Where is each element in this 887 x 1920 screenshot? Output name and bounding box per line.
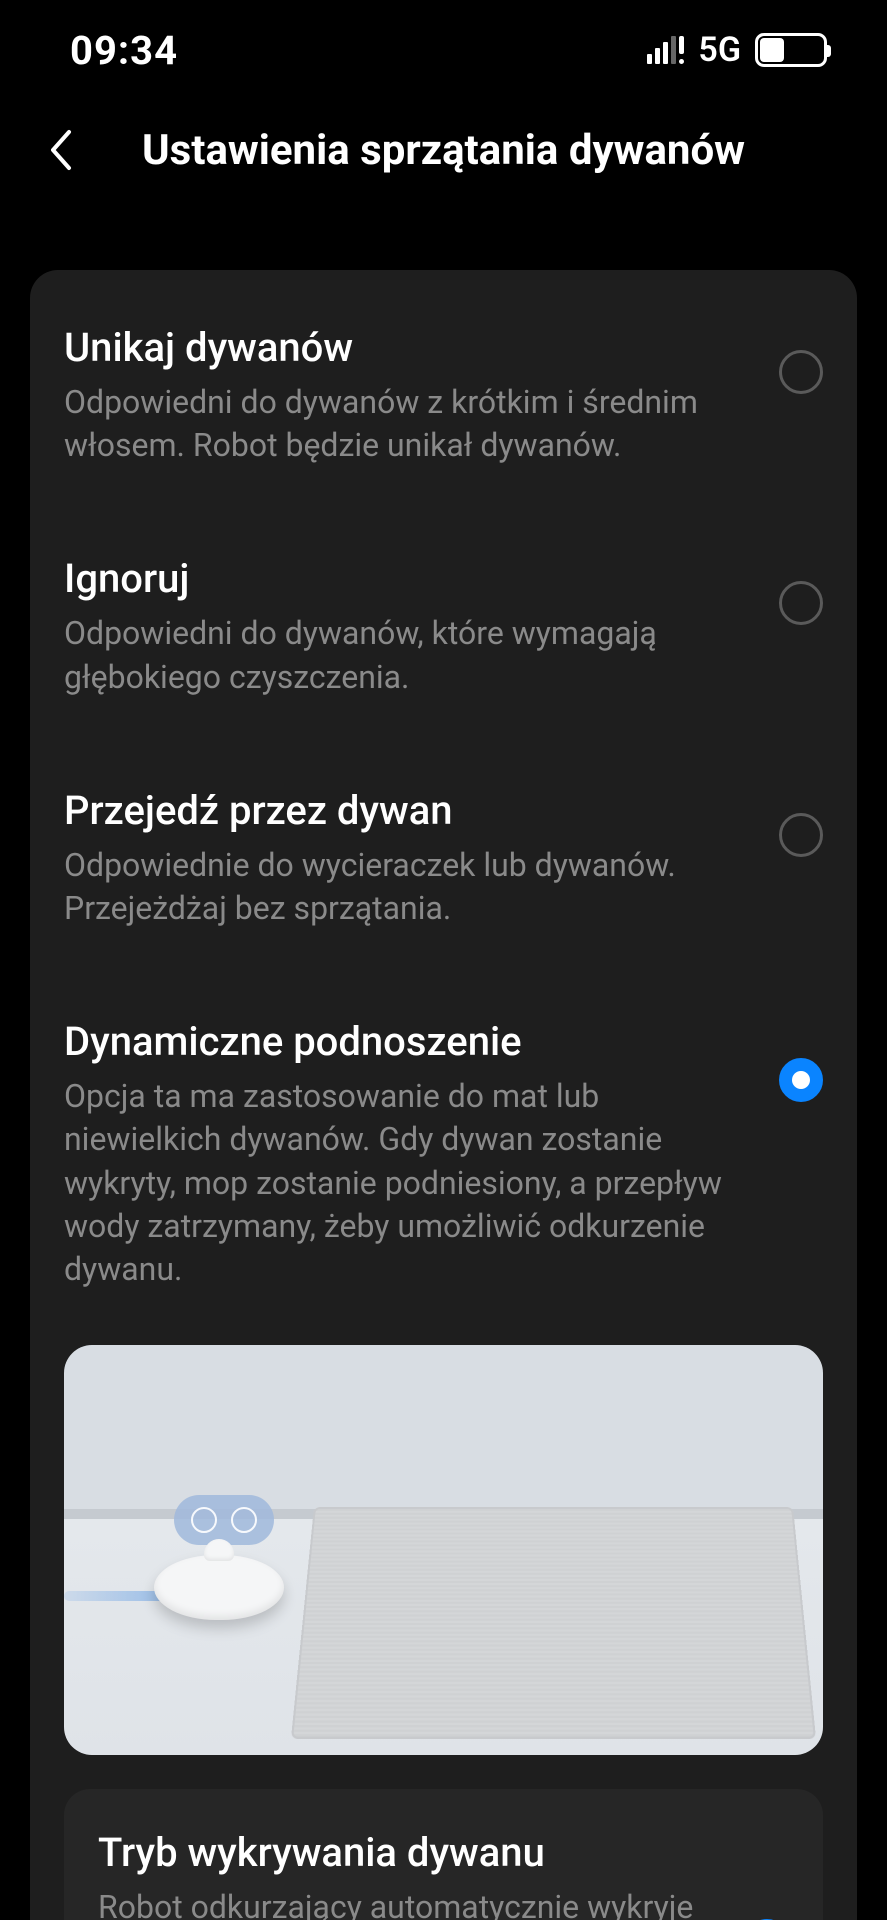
option-cross-carpet[interactable]: Przejedź przez dywan Odpowiednie do wyci…: [30, 743, 857, 974]
option-dynamic-lift[interactable]: Dynamiczne podnoszenie Opcja ta ma zasto…: [30, 974, 857, 1335]
status-bar: 09:34 5G 38: [0, 0, 887, 100]
status-time: 09:34: [70, 27, 178, 74]
option-title: Unikaj dywanów: [64, 324, 755, 371]
radio-icon: [779, 581, 823, 625]
status-right: 5G 38: [647, 30, 827, 70]
detection-desc: Robot odkurzający automatycznie wykryje …: [98, 1886, 721, 1920]
option-title: Przejedź przez dywan: [64, 787, 755, 834]
radio-icon-selected: [779, 1058, 823, 1102]
carpet-detection-mode[interactable]: Tryb wykrywania dywanu Robot odkurzający…: [64, 1789, 823, 1920]
option-avoid-carpets[interactable]: Unikaj dywanów Odpowiedni do dywanów z k…: [30, 280, 857, 511]
header: Ustawienia sprzątania dywanów: [0, 100, 887, 210]
chevron-left-icon: [47, 128, 73, 172]
mop-lift-bubble-icon: [174, 1495, 274, 1545]
option-desc: Opcja ta ma zastosowanie do mat lub niew…: [64, 1075, 755, 1291]
carpet-graphic: [291, 1507, 816, 1739]
option-desc: Odpowiedni do dywanów, które wymagają gł…: [64, 612, 755, 698]
option-desc: Odpowiednie do wycieraczek lub dywanów. …: [64, 844, 755, 930]
option-title: Dynamiczne podnoszenie: [64, 1018, 755, 1065]
page-title: Ustawienia sprzątania dywanów: [90, 126, 857, 175]
back-button[interactable]: [30, 120, 90, 180]
option-title: Ignoruj: [64, 555, 755, 602]
option-desc: Odpowiedni do dywanów z krótkim i średni…: [64, 381, 755, 467]
robot-graphic: [154, 1555, 284, 1620]
battery-pct: 38: [758, 38, 824, 63]
options-card: Unikaj dywanów Odpowiedni do dywanów z k…: [30, 270, 857, 1920]
network-label: 5G: [698, 30, 741, 70]
signal-icon: [647, 36, 684, 64]
radio-icon: [779, 350, 823, 394]
option-ignore[interactable]: Ignoruj Odpowiedni do dywanów, które wym…: [30, 511, 857, 742]
battery-icon: 38: [755, 33, 827, 67]
radio-icon: [779, 813, 823, 857]
illustration-dynamic-lift: [64, 1345, 823, 1755]
detection-title: Tryb wykrywania dywanu: [98, 1829, 721, 1876]
